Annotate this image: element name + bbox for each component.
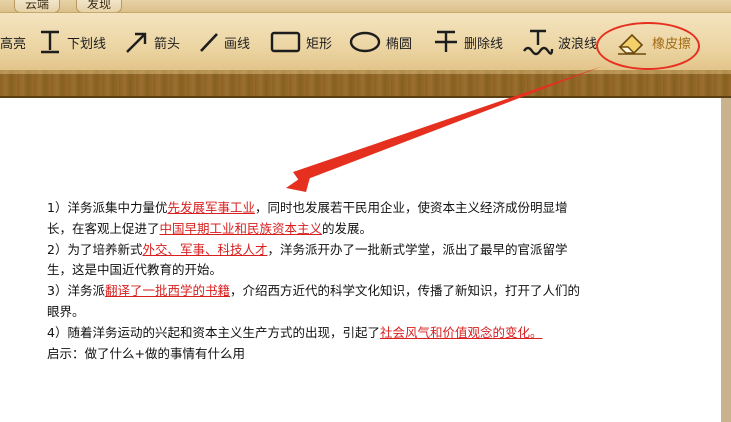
document-content: 1）洋务派集中力量优先发展军事工业，同时也发展若干民用企业，使资本主义经济成份明… bbox=[47, 198, 587, 364]
line-label: 画线 bbox=[224, 36, 251, 52]
wavy-line-icon bbox=[523, 29, 554, 56]
strikethrough-label: 删除线 bbox=[464, 36, 504, 52]
highlighted-text[interactable]: 外交、军事、科技人才 bbox=[142, 242, 267, 257]
tab-strip: 云端 发现 bbox=[0, 0, 731, 12]
wavy-line-label: 波浪线 bbox=[558, 36, 598, 52]
tab-discover[interactable]: 发现 bbox=[76, 0, 123, 12]
ellipse-icon bbox=[349, 31, 381, 53]
rectangle-icon bbox=[270, 31, 301, 53]
arrow-icon bbox=[126, 32, 147, 53]
rect-tool[interactable]: 矩形 bbox=[270, 13, 332, 71]
ellipse-label: 椭圆 bbox=[386, 36, 413, 52]
line-tool[interactable]: 画线 bbox=[198, 13, 250, 71]
paragraph-4: 4）随着洋务运动的兴起和资本主义生产方式的出现，引起了社会风气和价值观念的变化。 bbox=[47, 323, 587, 344]
highlighted-text[interactable]: 社会风气和价值观念的变化。 bbox=[380, 325, 543, 340]
strikethrough-icon bbox=[435, 30, 457, 52]
wavy-line-tool[interactable]: 波浪线 bbox=[522, 13, 597, 71]
paragraph-1: 1）洋务派集中力量优先发展军事工业，同时也发展若干民用企业，使资本主义经济成份明… bbox=[47, 198, 587, 240]
underline-label: 下划线 bbox=[67, 36, 107, 52]
page-side-edge bbox=[721, 98, 731, 422]
highlighted-text[interactable]: 翻译了一批西学的书籍 bbox=[105, 283, 230, 298]
arrow-tool[interactable]: 箭头 bbox=[124, 13, 180, 71]
underline-icon bbox=[41, 30, 59, 54]
highlighted-text[interactable]: 先发展军事工业 bbox=[167, 200, 255, 215]
text-segment: 1）洋务派集中力量优 bbox=[47, 200, 168, 215]
wood-divider bbox=[0, 70, 731, 98]
eraser-highlight-ring bbox=[596, 22, 700, 70]
text-segment: 2）为了培养新式 bbox=[47, 241, 143, 257]
underline-tool[interactable]: 下划线 bbox=[37, 13, 106, 71]
text-segment: 4）随着洋务运动的兴起和资本主义生产方式的出现，引起了 bbox=[47, 324, 380, 340]
paragraph-3: 3）洋务派翻译了一批西学的书籍，介绍西方近代的科学文化知识，传播了新知识，打开了… bbox=[47, 281, 587, 323]
rect-label: 矩形 bbox=[306, 36, 333, 52]
paragraph-2: 2）为了培养新式外交、军事、科技人才，洋务派开办了一批新式学堂，派出了最早的官派… bbox=[47, 240, 587, 282]
ellipse-tool[interactable]: 椭圆 bbox=[348, 13, 412, 71]
strikethrough-tool[interactable]: 删除线 bbox=[432, 13, 503, 71]
line-icon bbox=[200, 33, 218, 52]
text-segment: 的发展。 bbox=[322, 220, 373, 236]
highlight-tool[interactable]: 高亮 bbox=[0, 13, 26, 71]
highlight-label: 高亮 bbox=[0, 36, 27, 52]
highlighted-text[interactable]: 中国早期工业和民族资本主义 bbox=[160, 221, 323, 236]
paragraph-5: 启示：做了什么+做的事情有什么用 bbox=[47, 345, 245, 361]
tab-cloud[interactable]: 云端 bbox=[14, 0, 61, 12]
arrow-label: 箭头 bbox=[154, 36, 181, 52]
text-segment: 3）洋务派 bbox=[47, 283, 105, 299]
